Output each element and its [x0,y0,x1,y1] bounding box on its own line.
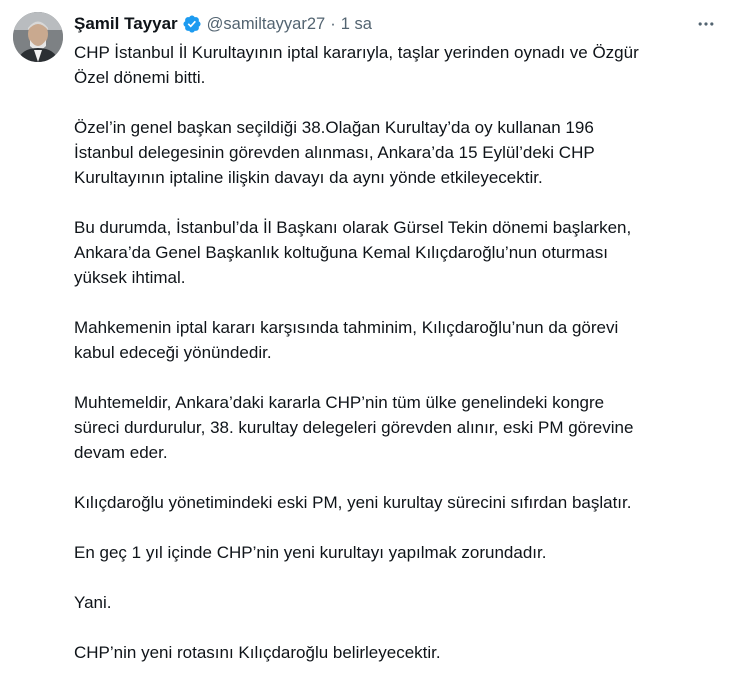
tweet-timestamp[interactable]: 1 sa [341,15,372,34]
tweet-paragraph: Muhtemeldir, Ankara’daki kararla CHP’nin… [74,393,634,462]
tweet-paragraph: CHP’nin yeni rotasını Kılıçdaroğlu belir… [74,643,441,662]
avatar[interactable] [13,12,63,62]
tweet-paragraph: CHP İstanbul İl Kurultayının iptal karar… [74,43,639,87]
profile-photo [13,12,63,62]
tweet-paragraph: Mahkemenin iptal kararı karşısında tahmi… [74,318,619,362]
more-options-icon[interactable] [694,14,718,34]
tweet-paragraph: En geç 1 yıl içinde CHP’nin yeni kurulta… [74,543,547,562]
author-handle[interactable]: @samiltayyar27 [207,15,326,34]
verified-badge-icon[interactable] [182,14,202,34]
tweet-header: Şamil Tayyar @samiltayyar27 · 1 sa [74,12,372,36]
tweet-paragraph: Kılıçdaroğlu yönetimindeki eski PM, yeni… [74,493,632,512]
tweet-text: CHP İstanbul İl Kurultayının iptal karar… [74,40,714,690]
separator-dot: · [330,14,336,33]
author-name[interactable]: Şamil Tayyar [74,14,178,34]
tweet-paragraph: Özel’in genel başkan seçildiği 38.Olağan… [74,118,595,187]
tweet-paragraph: Yani. [74,593,112,612]
tweet[interactable]: Şamil Tayyar @samiltayyar27 · 1 sa CHP İ… [0,0,730,677]
tweet-paragraph: Bu durumda, İstanbul’da İl Başkanı olara… [74,218,632,287]
